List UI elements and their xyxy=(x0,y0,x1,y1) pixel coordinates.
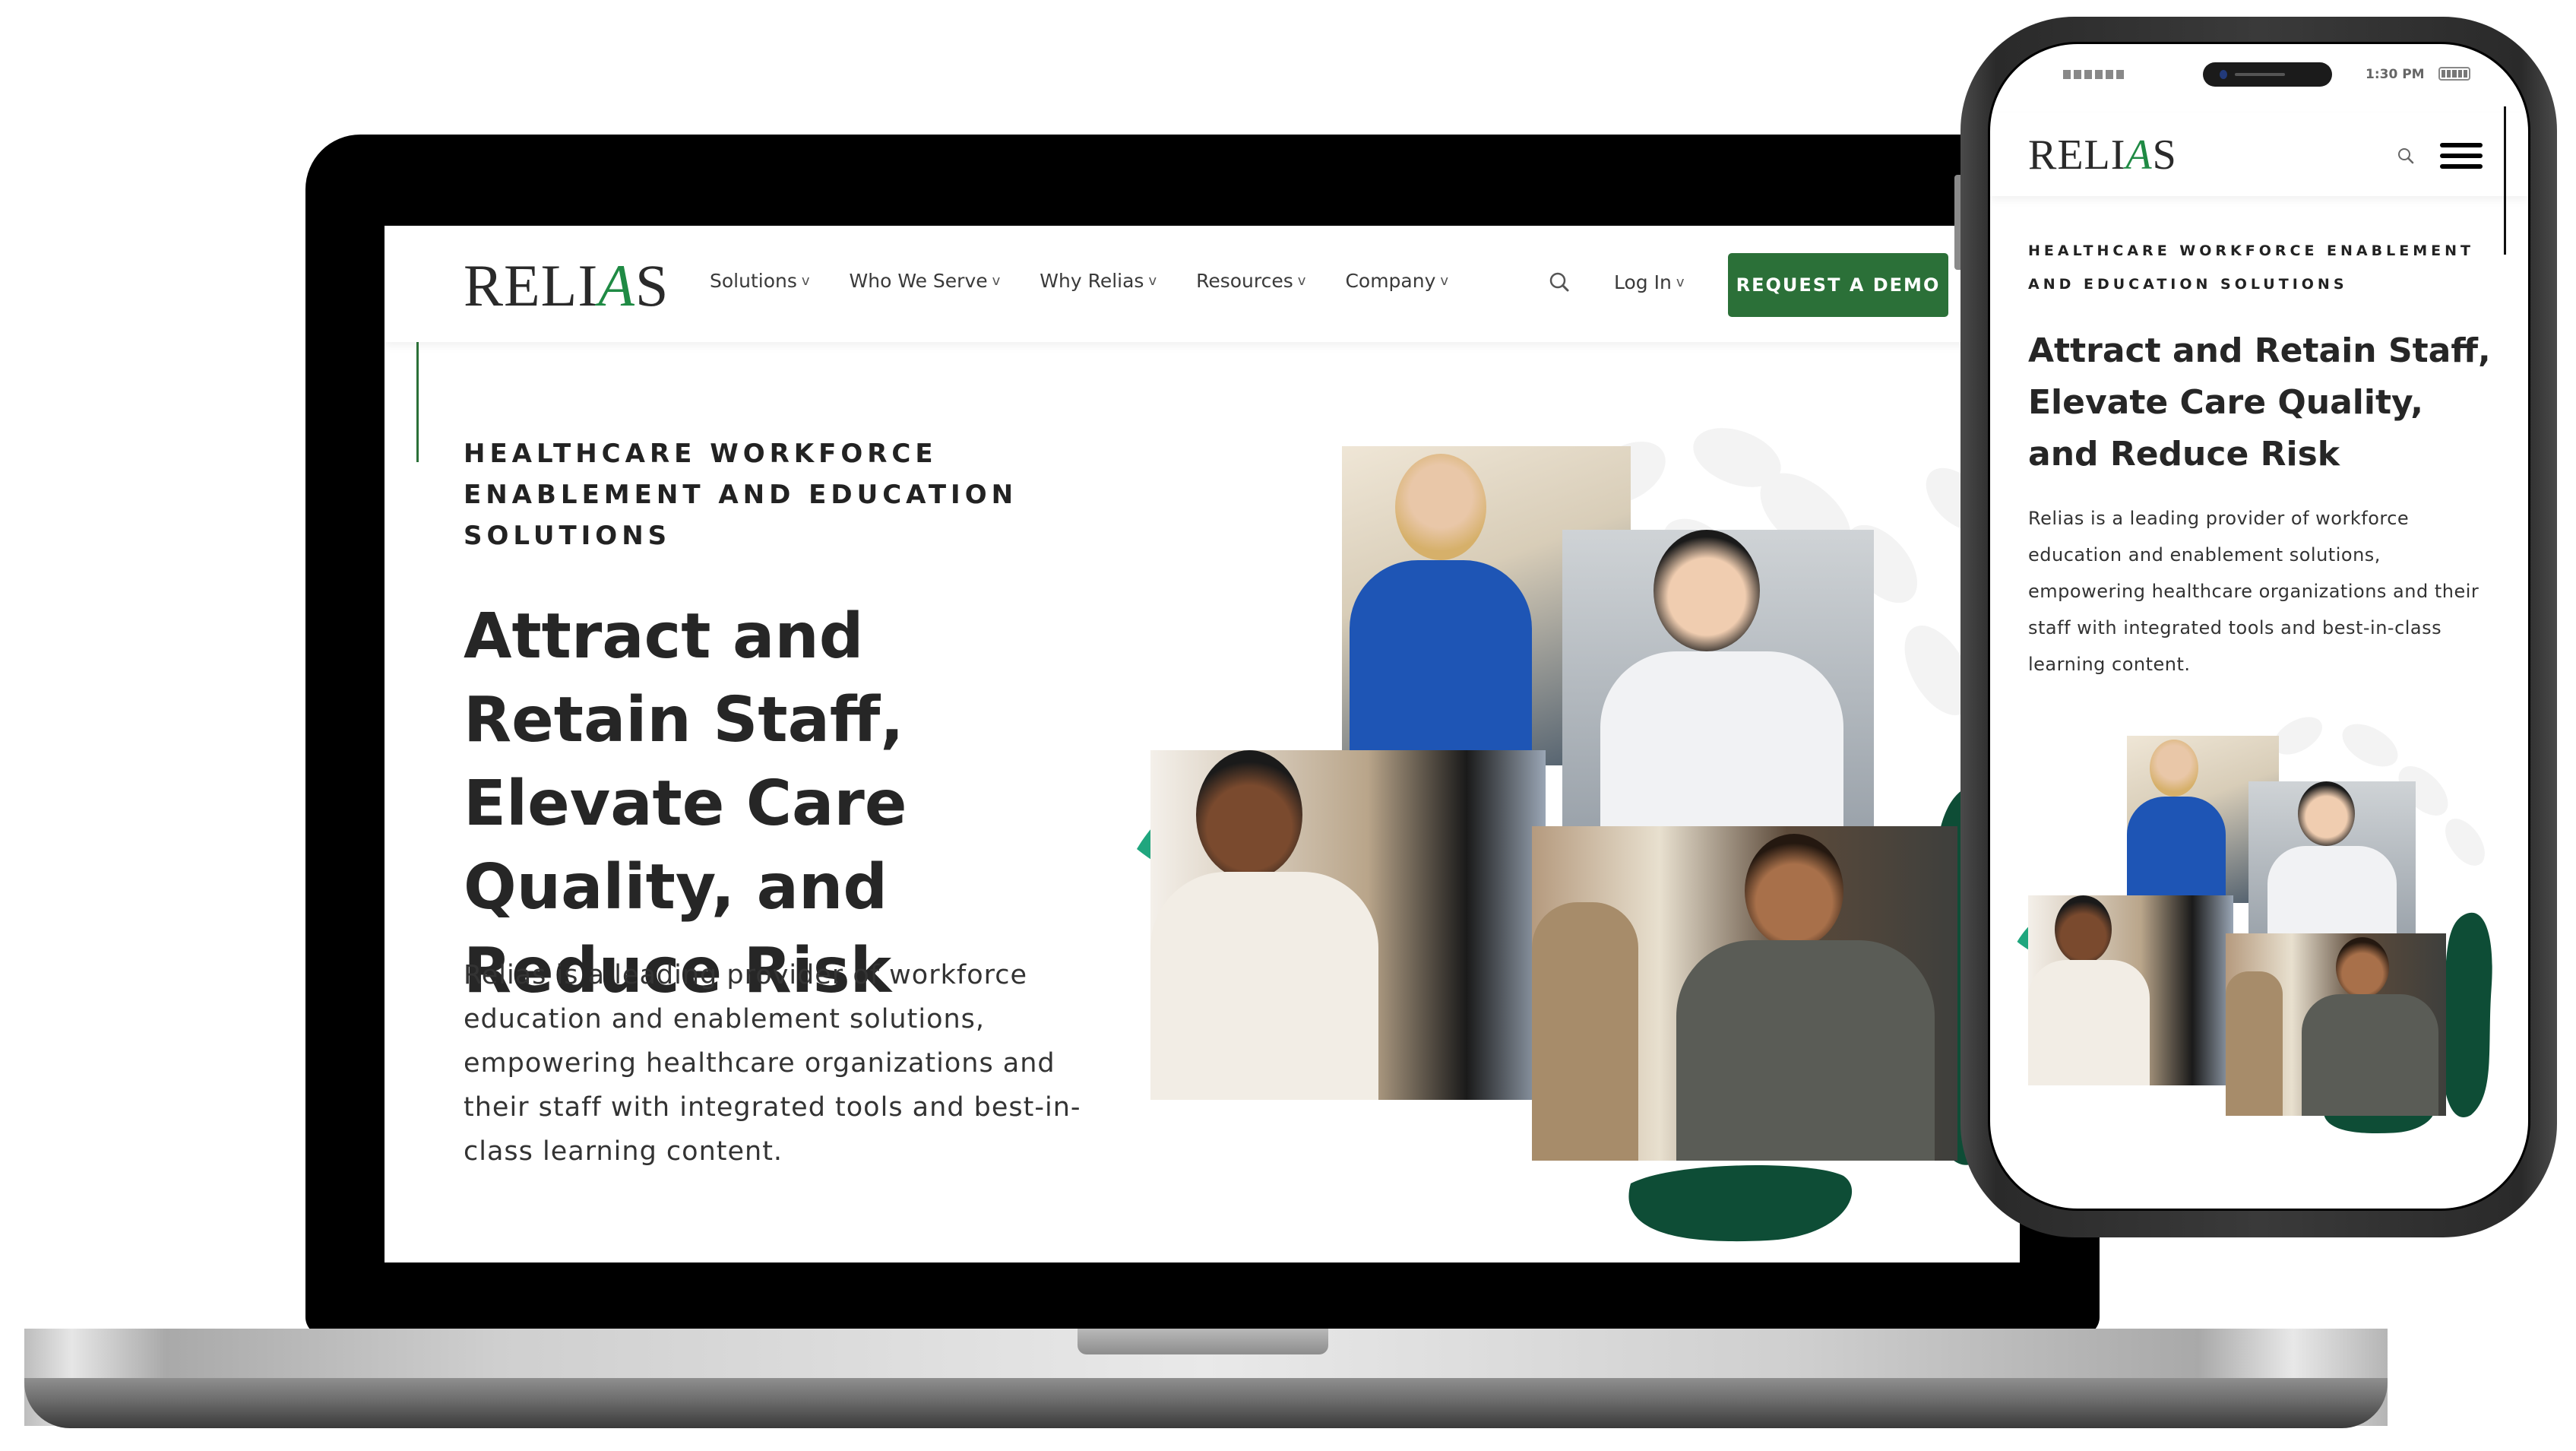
hero-collage xyxy=(1998,709,2499,1146)
hero-eyebrow: HEALTHCARE WORKFORCE ENABLEMENT AND EDUC… xyxy=(2028,242,2474,293)
login-label: Log In xyxy=(1614,271,1672,293)
mobile-header: RELIAS xyxy=(1990,112,2528,196)
status-bar: 1:30 PM xyxy=(1990,44,2528,112)
logo-text: RELI xyxy=(464,252,599,318)
photo-smiling-woman-clipboard xyxy=(2028,895,2233,1085)
desktop-header: RELIAS Solutions v Who We Serve v Why Reli… xyxy=(385,226,2020,342)
dark-green-blob xyxy=(2442,912,2492,1118)
camera-icon xyxy=(2220,70,2227,79)
photo-smiling-woman-clipboard xyxy=(1150,750,1546,1100)
chevron-down-icon: v xyxy=(801,273,810,289)
nav-label: Company xyxy=(1345,270,1436,292)
chevron-down-icon: v xyxy=(1440,273,1449,289)
camera-notch xyxy=(2203,62,2332,87)
decorative-dot xyxy=(2335,715,2405,775)
nav-item-company[interactable]: Company v xyxy=(1345,270,1448,292)
nav-item-why-relias[interactable]: Why Relias v xyxy=(1040,270,1157,292)
laptop-trackpad-notch xyxy=(1078,1329,1328,1354)
logo-accent-letter: A xyxy=(2125,131,2153,179)
hero-description: Relias is a leading provider of workforc… xyxy=(2028,508,2479,675)
decorative-dot xyxy=(2437,811,2493,873)
photo-caregiver-tablet xyxy=(1532,826,1957,1161)
photo-doctor-white-coat xyxy=(1562,530,1874,834)
hamburger-menu-icon[interactable] xyxy=(2440,143,2483,169)
accent-divider xyxy=(416,342,419,462)
photo-caregiver-tablet xyxy=(2226,933,2446,1116)
scrollbar[interactable] xyxy=(2504,106,2506,255)
nav-label: Resources xyxy=(1196,270,1293,292)
logo-accent-letter: A xyxy=(598,252,635,318)
person-figure xyxy=(1350,446,1532,765)
logo-text-end: S xyxy=(2152,131,2177,179)
hero-eyebrow: HEALTHCARE WORKFORCE ENABLEMENT AND EDUC… xyxy=(464,439,1018,551)
search-icon[interactable] xyxy=(1549,271,1570,293)
phone-screen: 1:30 PM RELIAS HEALTHCARE WORKFORCE ENAB… xyxy=(1988,42,2530,1211)
nav-label: Why Relias xyxy=(1040,270,1144,292)
hero-description: Relias is a leading provider of workforc… xyxy=(464,960,1081,1167)
laptop-base-lip xyxy=(24,1378,2388,1428)
nav-label: Solutions xyxy=(710,270,797,292)
request-demo-button[interactable]: REQUEST A DEMO xyxy=(1728,253,1948,317)
nav-item-solutions[interactable]: Solutions v xyxy=(710,270,810,292)
chevron-down-icon: v xyxy=(992,273,1001,289)
chevron-down-icon: v xyxy=(1676,274,1685,290)
hero-title: Attract and Retain Staff, Elevate Care Q… xyxy=(2028,331,2491,474)
signal-icon xyxy=(2063,70,2124,79)
hero-title: Attract and Retain Staff, Elevate Care Q… xyxy=(464,600,907,1007)
search-icon[interactable] xyxy=(2397,147,2414,164)
battery-icon xyxy=(2438,67,2470,81)
logo-text-end: S xyxy=(635,252,669,318)
nav-item-resources[interactable]: Resources v xyxy=(1196,270,1305,292)
speaker-grille xyxy=(2235,73,2285,76)
hero-collage xyxy=(1129,416,2020,1259)
chevron-down-icon: v xyxy=(1297,273,1306,289)
relias-logo[interactable]: RELIAS xyxy=(464,252,669,320)
chevron-down-icon: v xyxy=(1148,273,1157,289)
status-time: 1:30 PM xyxy=(2366,67,2425,82)
primary-nav: Solutions v Who We Serve v Why Relias v Res… xyxy=(710,270,1448,292)
photo-doctor-white-coat xyxy=(2248,781,2416,941)
relias-logo[interactable]: RELIAS xyxy=(2028,131,2177,179)
laptop-screen: RELIAS Solutions v Who We Serve v Why Reli… xyxy=(385,226,2020,1262)
logo-text: RELI xyxy=(2028,131,2126,179)
nav-label: Who We Serve xyxy=(849,270,988,292)
nav-item-who-we-serve[interactable]: Who We Serve v xyxy=(850,270,1001,292)
login-link[interactable]: Log In v xyxy=(1614,271,1684,293)
dark-green-blob xyxy=(1628,1165,1853,1242)
